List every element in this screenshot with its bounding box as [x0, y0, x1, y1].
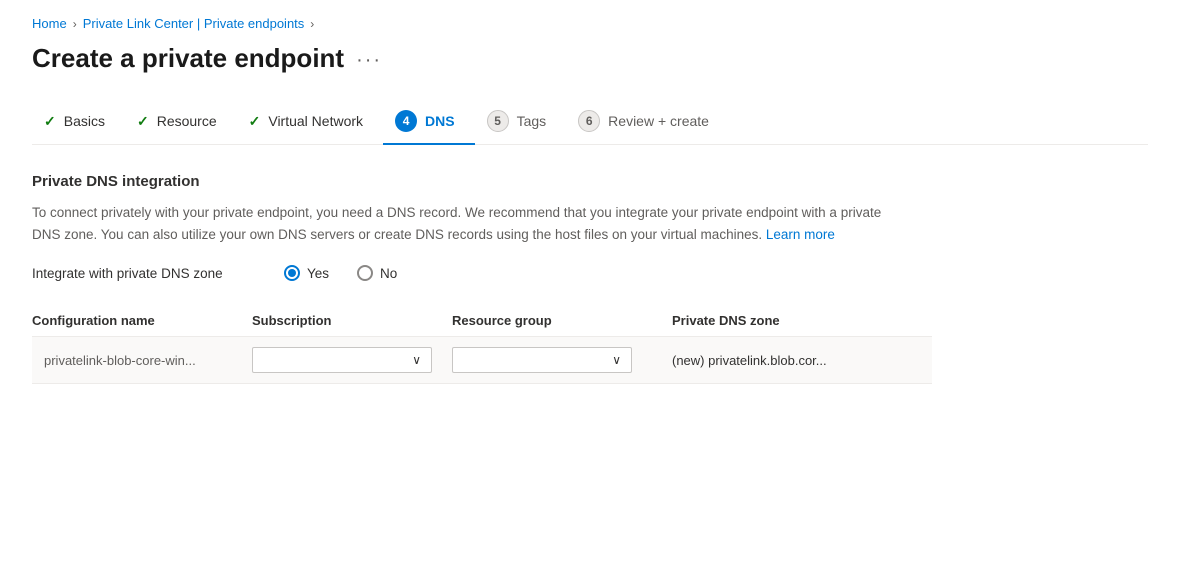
learn-more-link[interactable]: Learn more — [766, 227, 835, 242]
col-header-resource-group: Resource group — [452, 305, 672, 337]
subscription-dropdown-arrow: ∨ — [412, 353, 421, 367]
step-label-tags: Tags — [517, 113, 547, 129]
integrate-dns-label: Integrate with private DNS zone — [32, 266, 232, 281]
page-menu-button[interactable]: ··· — [356, 49, 382, 72]
radio-yes-dot — [288, 269, 296, 277]
step-badge-dns: 4 — [395, 110, 417, 132]
step-badge-tags: 5 — [487, 110, 509, 132]
page-title: Create a private endpoint — [32, 43, 344, 74]
dns-table: Configuration name Subscription Resource… — [32, 305, 932, 384]
radio-no[interactable]: No — [357, 265, 397, 281]
cell-private-dns-zone: (new) privatelink.blob.cor... — [672, 337, 932, 384]
breadcrumb-sep-1: › — [73, 17, 77, 31]
description-text: To connect privately with your private e… — [32, 202, 892, 245]
step-check-resource: ✓ — [137, 113, 149, 130]
step-resource[interactable]: ✓ Resource — [125, 105, 237, 142]
step-check-basics: ✓ — [44, 113, 56, 130]
step-badge-review: 6 — [578, 110, 600, 132]
radio-yes-circle[interactable] — [284, 265, 300, 281]
step-label-resource: Resource — [157, 113, 217, 129]
integrate-dns-row: Integrate with private DNS zone Yes No — [32, 265, 932, 281]
step-review-create[interactable]: 6 Review + create — [566, 102, 729, 144]
radio-yes[interactable]: Yes — [284, 265, 329, 281]
cell-resource-group: ∨ — [452, 337, 672, 384]
wizard-steps: ✓ Basics ✓ Resource ✓ Virtual Network 4 … — [32, 102, 1148, 145]
step-basics[interactable]: ✓ Basics — [32, 105, 125, 142]
step-dns[interactable]: 4 DNS — [383, 102, 475, 144]
step-virtual-network[interactable]: ✓ Virtual Network — [237, 105, 383, 142]
page-title-row: Create a private endpoint ··· — [32, 43, 1148, 74]
step-label-basics: Basics — [64, 113, 105, 129]
radio-no-label: No — [380, 266, 397, 281]
subscription-dropdown[interactable]: ∨ — [252, 347, 432, 373]
breadcrumb: Home › Private Link Center | Private end… — [32, 16, 1148, 31]
col-header-private-dns: Private DNS zone — [672, 305, 932, 337]
cell-config-name: privatelink-blob-core-win... — [32, 337, 252, 384]
step-label-review: Review + create — [608, 113, 709, 129]
step-label-vnet: Virtual Network — [268, 113, 363, 129]
col-header-subscription: Subscription — [252, 305, 452, 337]
radio-yes-label: Yes — [307, 266, 329, 281]
breadcrumb-home[interactable]: Home — [32, 16, 67, 31]
content-area: Private DNS integration To connect priva… — [32, 173, 932, 384]
resource-group-dropdown-arrow: ∨ — [612, 353, 621, 367]
description-body: To connect privately with your private e… — [32, 205, 881, 242]
col-header-config: Configuration name — [32, 305, 252, 337]
step-label-dns: DNS — [425, 113, 455, 129]
step-tags[interactable]: 5 Tags — [475, 102, 567, 144]
radio-no-circle[interactable] — [357, 265, 373, 281]
breadcrumb-private-link[interactable]: Private Link Center | Private endpoints — [83, 16, 305, 31]
table-row: privatelink-blob-core-win... ∨ ∨ (ne — [32, 337, 932, 384]
section-title: Private DNS integration — [32, 173, 932, 190]
cell-subscription: ∨ — [252, 337, 452, 384]
breadcrumb-sep-2: › — [310, 17, 314, 31]
resource-group-dropdown[interactable]: ∨ — [452, 347, 632, 373]
step-check-vnet: ✓ — [249, 113, 261, 130]
